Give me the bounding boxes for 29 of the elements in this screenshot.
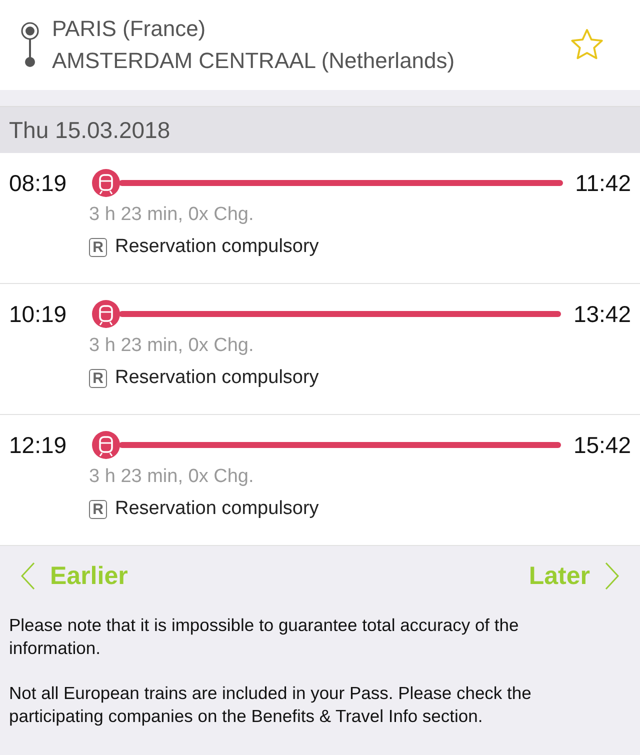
train-icon [91,168,121,198]
departure-time: 08:19 [9,170,68,196]
connection-row[interactable]: 08:19 11:42 3 h 23 min, 0x Chg. R Reservation compulsory [0,153,640,284]
train-icon [91,430,121,460]
reservation-note: Reservation compulsory [115,498,319,520]
reservation-note: Reservation compulsory [115,367,319,389]
duration-text: 3 h 23 min, 0x Chg. [89,466,255,488]
route-icon [20,21,40,69]
connection-row[interactable]: 12:19 15:42 3 h 23 min, 0x Chg. R Reservation compulsory [0,415,640,546]
train-icon [91,299,121,329]
date-label: Thu 15.03.2018 [9,116,170,144]
arrival-time: 13:42 [573,300,631,328]
info-paragraph: Please note that it is impossible to guarantee total accuracy of the information. [9,614,520,660]
chevron-left-icon [20,561,36,591]
reservation-badge: R [89,238,107,256]
connection-row[interactable]: 10:19 13:42 3 h 23 min, 0x Chg. R Reservation compulsory [0,284,640,415]
duration-text: 3 h 23 min, 0x Chg. [89,204,255,226]
arrival-time: 15:42 [573,432,631,458]
destination-station: AMSTERDAM CENTRAAL (Netherlands) [52,48,456,74]
chevron-right-icon [604,561,620,591]
departure-time: 12:19 [9,432,68,458]
origin-station: PARIS (France) [52,16,207,42]
reservation-note: Reservation compulsory [115,236,319,258]
reservation-badge: R [89,368,107,388]
duration-text: 3 h 23 min, 0x Chg. [89,335,255,357]
arrival-time: 11:42 [575,170,631,196]
info-paragraph: Not all European trains are included in your Pass. Please check the participating companies on the Benefits & Travel Info section. [9,682,532,728]
reservation-badge: R [89,500,107,518]
departure-time: 10:19 [9,300,68,328]
